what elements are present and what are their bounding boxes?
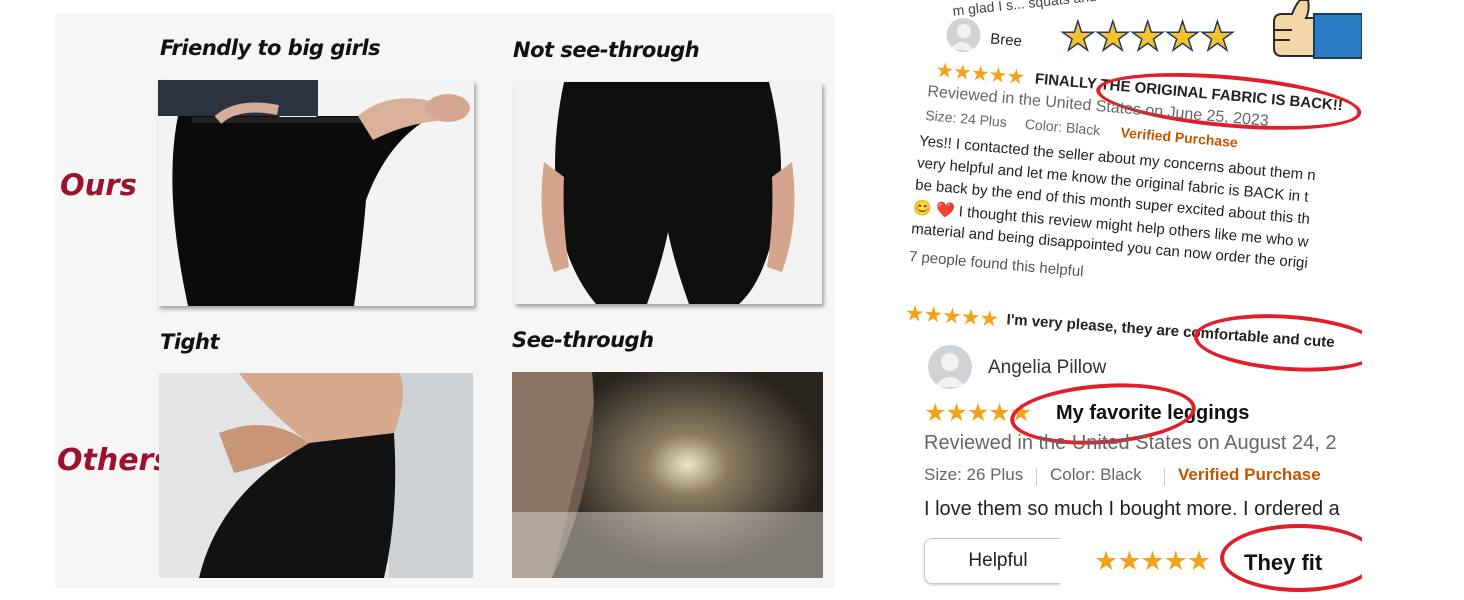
caption-not-see-through: Not see-through — [513, 38, 700, 62]
rating-badge-stars: ★★★★★ — [1059, 14, 1236, 60]
avatar — [945, 16, 982, 54]
row-label-ours: Ours — [60, 168, 137, 202]
caption-friendly: Friendly to big girls — [160, 36, 381, 60]
review-4: ★★★★★ They fit — [1060, 524, 1362, 592]
helpful-button[interactable]: Helpful — [924, 538, 1072, 584]
review-color: Color: Black — [1024, 115, 1101, 139]
avatar — [928, 345, 972, 389]
row-label-others: Others — [57, 443, 172, 478]
divider — [1164, 468, 1165, 486]
divider — [1036, 468, 1037, 486]
reviews-collage: m glad I s... squats and these are Bree … — [900, 0, 1362, 600]
review-color: Color: Black — [1050, 465, 1142, 484]
thumbs-up-icon — [1268, 0, 1362, 60]
caption-tight: Tight — [160, 330, 220, 354]
helpful-count: 7 people found this helpful — [908, 248, 1085, 281]
red-highlight-circle — [1220, 524, 1362, 592]
review-size: Size: 26 Plus — [924, 465, 1024, 484]
review-body: I love them so much I bought more. I ord… — [924, 498, 1340, 520]
verified-purchase: Verified Purchase — [1119, 124, 1239, 151]
caption-see-through: See-through — [512, 328, 654, 352]
review-author: Angelia Pillow — [988, 357, 1107, 378]
verified-purchase: Verified Purchase — [1178, 465, 1321, 484]
photo-not-see-through — [514, 82, 822, 304]
review-size: Size: 24 Plus — [924, 107, 1008, 131]
photo-friendly-to-big-girls — [158, 80, 474, 306]
review-stars: ★★★★★ — [903, 300, 1000, 332]
photo-see-through — [512, 372, 823, 578]
review-author: Bree — [989, 30, 1023, 51]
review-stars: ★★★★★ — [1094, 546, 1211, 576]
photo-tight — [159, 373, 473, 578]
review-meta: Reviewed in the United States on August … — [924, 432, 1337, 454]
